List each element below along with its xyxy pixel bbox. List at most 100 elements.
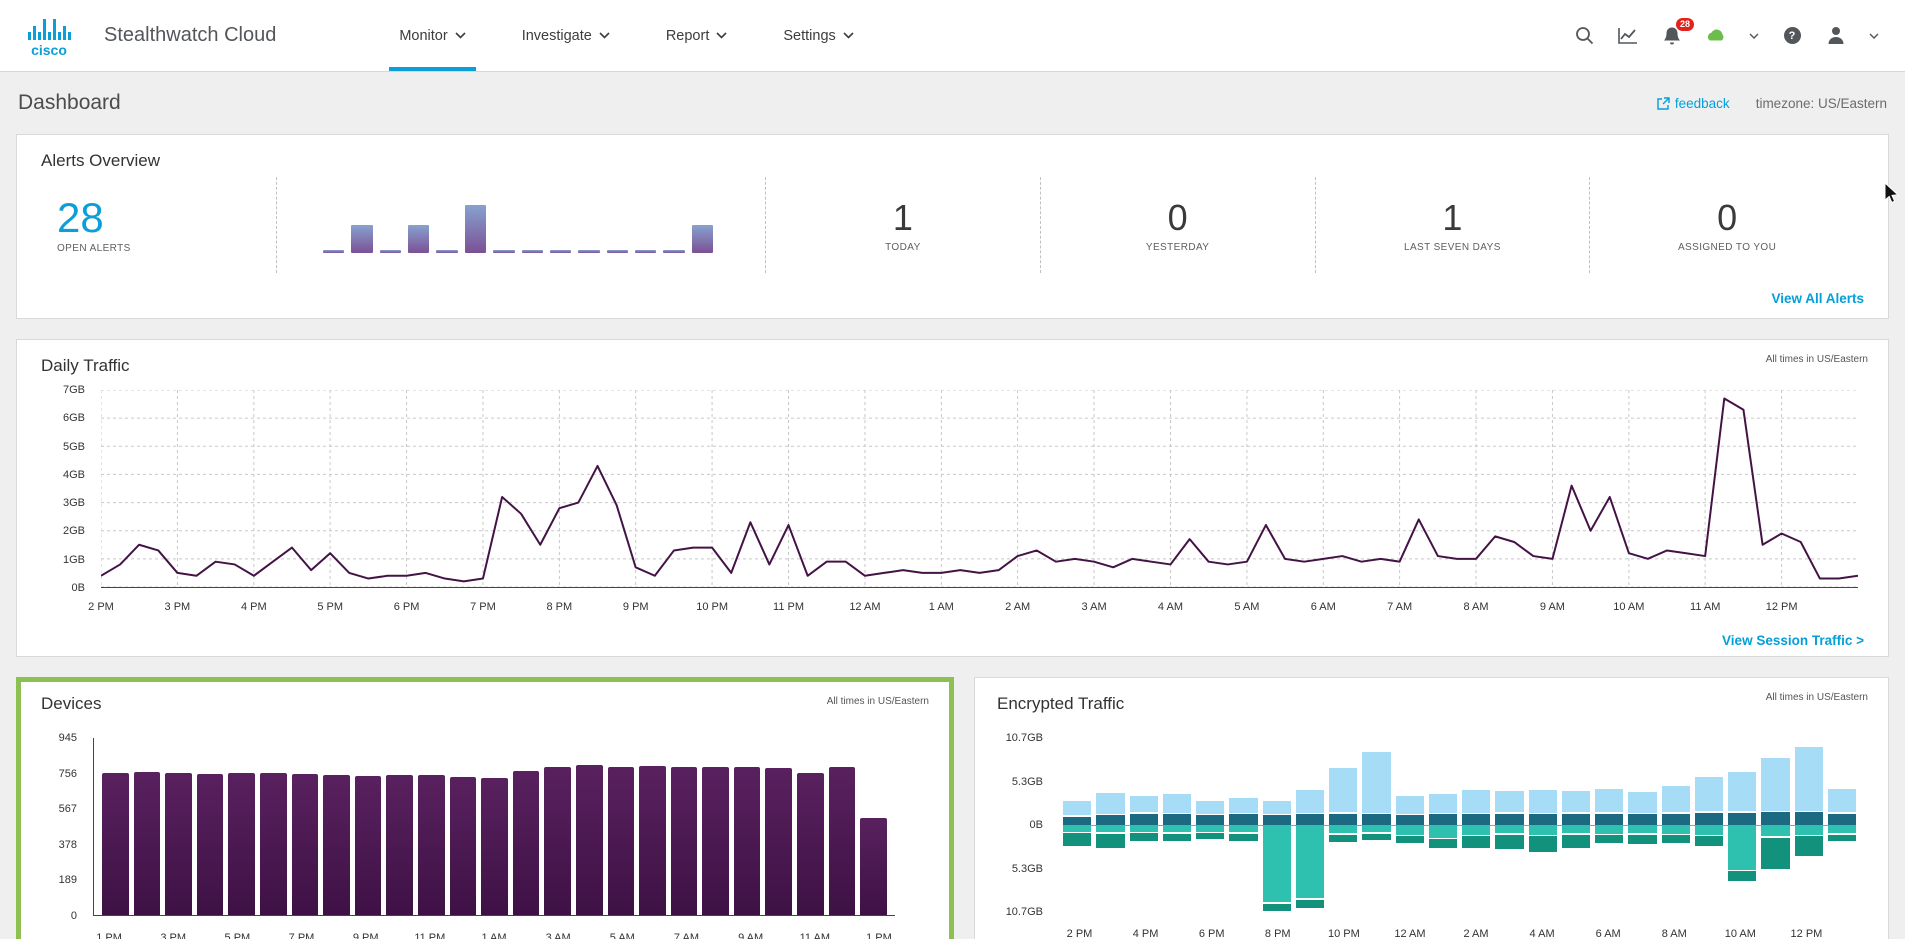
encrypted-segment-inbound xyxy=(1528,790,1557,814)
y-tick-label: 4GB xyxy=(62,468,85,481)
x-tick-label: 1 AM xyxy=(928,601,954,613)
encrypted-segment-inbound-encrypted xyxy=(1595,813,1624,825)
x-tick-label: 1 PM xyxy=(96,932,122,939)
bottom-cards-row: Devices All times in US/Eastern 945 756 56… xyxy=(16,677,1889,939)
encrypted-segment-outbound-encrypted xyxy=(1561,834,1590,848)
device-bar xyxy=(733,766,761,915)
device-bar xyxy=(702,766,729,915)
device-bar xyxy=(133,772,161,915)
open-alerts-stat[interactable]: 28 OPEN ALERTS xyxy=(41,195,276,255)
encrypted-segment-outbound-encrypted xyxy=(1063,832,1092,846)
spark-bar xyxy=(578,249,600,253)
activity-chart-icon[interactable] xyxy=(1617,25,1639,47)
cloud-status-icon[interactable] xyxy=(1705,25,1727,47)
encrypted-bar xyxy=(1661,738,1690,912)
x-tick-label: 6 PM xyxy=(393,601,420,613)
encrypted-segment-inbound-encrypted xyxy=(1495,813,1524,825)
encrypted-bar xyxy=(1196,738,1225,912)
feedback-label: feedback xyxy=(1674,95,1730,111)
encrypted-bar xyxy=(1628,738,1657,912)
stat-assigned-to-you[interactable]: 0 ASSIGNED TO YOU xyxy=(1590,197,1864,253)
encrypted-segment-outbound xyxy=(1196,825,1225,832)
encrypted-segment-outbound-encrypted xyxy=(1362,833,1391,841)
device-bar xyxy=(291,774,319,915)
daily-traffic-plot xyxy=(101,390,1858,588)
alerts-overview-card: Alerts Overview 28 OPEN ALERTS 1 TODAY 0… xyxy=(16,134,1889,319)
times-note: All times in US/Eastern xyxy=(1765,354,1868,365)
times-note: All times in US/Eastern xyxy=(1765,692,1868,703)
encrypted-segment-inbound xyxy=(1295,790,1324,814)
feedback-link[interactable]: feedback xyxy=(1657,96,1730,111)
encrypted-bar xyxy=(1728,738,1757,912)
daily-traffic-line xyxy=(101,390,1858,587)
nav-item-settings[interactable]: Settings xyxy=(755,0,881,71)
devices-title: Devices xyxy=(41,694,102,713)
search-icon[interactable] xyxy=(1573,25,1595,47)
nav-item-investigate[interactable]: Investigate xyxy=(494,0,638,71)
y-tick-label: 378 xyxy=(58,838,77,851)
encrypted-segment-inbound xyxy=(1661,786,1690,813)
devices-bars xyxy=(93,738,895,916)
encrypted-segment-outbound-encrypted xyxy=(1728,871,1757,881)
chevron-down-icon[interactable] xyxy=(1869,33,1879,39)
app-title: Stealthwatch Cloud xyxy=(104,24,277,46)
encrypted-bar xyxy=(1063,738,1092,912)
encrypted-segment-outbound xyxy=(1794,825,1823,835)
encrypted-segment-outbound-encrypted xyxy=(1395,836,1424,844)
cisco-logo[interactable]: cisco xyxy=(26,14,78,58)
encrypted-bar xyxy=(1295,738,1324,912)
x-tick-label: 1 AM xyxy=(481,932,507,939)
nav-item-report[interactable]: Report xyxy=(638,0,756,71)
devices-y-axis: 945 756 567 378 189 0 xyxy=(41,732,85,922)
encrypted-segment-outbound-encrypted xyxy=(1761,837,1790,869)
encrypted-segment-outbound-encrypted xyxy=(1628,834,1657,845)
encrypted-bar xyxy=(1262,738,1291,912)
device-bar xyxy=(196,773,224,915)
spark-bar xyxy=(379,249,402,253)
y-tick-label: 6GB xyxy=(62,412,85,425)
encrypted-segment-inbound-encrypted xyxy=(1196,815,1225,825)
encrypted-segment-outbound xyxy=(1329,825,1358,834)
view-all-alerts-link[interactable]: View All Alerts xyxy=(1771,291,1864,306)
y-tick-label: 0B xyxy=(71,582,85,594)
encrypted-segment-inbound-encrypted xyxy=(1561,813,1590,825)
encrypted-segment-inbound-encrypted xyxy=(1827,813,1856,825)
encrypted-segment-inbound xyxy=(1628,791,1657,814)
encrypted-segment-outbound-encrypted xyxy=(1528,836,1557,853)
encrypted-segment-inbound xyxy=(1827,789,1856,813)
y-tick-label: 10.7GB xyxy=(1005,732,1043,744)
devices-x-axis: 1 PM 3 PM 5 PM 7 PM 9 PM 11 PM 1 AM 3 AM 5 AM 7 A… xyxy=(93,922,895,939)
encrypted-segment-inbound-encrypted xyxy=(1295,814,1324,825)
stealthwatch-dashboard: cisco Stealthwatch Cloud Monitor Investi… xyxy=(0,0,1905,939)
devices-card[interactable]: Devices All times in US/Eastern 945 756 56… xyxy=(16,677,954,939)
chevron-down-icon xyxy=(843,32,854,39)
encrypted-segment-inbound xyxy=(1561,791,1590,813)
nav-item-monitor[interactable]: Monitor xyxy=(371,0,493,71)
encrypted-bar xyxy=(1794,738,1823,912)
user-account-icon[interactable] xyxy=(1825,25,1847,47)
encrypted-segment-outbound xyxy=(1428,825,1457,838)
spark-bar xyxy=(549,249,572,253)
chevron-down-icon[interactable] xyxy=(1749,33,1759,39)
device-bar xyxy=(417,775,445,915)
stat-yesterday[interactable]: 0 YESTERDAY xyxy=(1041,197,1315,253)
stat-last-seven-days[interactable]: 1 LAST SEVEN DAYS xyxy=(1316,197,1590,253)
x-tick-label: 7 AM xyxy=(673,932,700,939)
x-tick-label: 10 AM xyxy=(1724,928,1756,939)
open-alerts-label: OPEN ALERTS xyxy=(57,243,131,255)
encrypted-segment-outbound xyxy=(1728,825,1757,870)
nav-item-label: Monitor xyxy=(399,27,448,44)
spark-bar xyxy=(408,225,430,253)
help-icon[interactable]: ? xyxy=(1781,25,1803,47)
stat-value: 0 xyxy=(1167,197,1188,238)
notifications-bell-icon[interactable]: 28 xyxy=(1661,17,1694,47)
x-tick-label: 12 AM xyxy=(849,601,881,613)
device-bar xyxy=(323,775,350,915)
stat-today[interactable]: 1 TODAY xyxy=(766,197,1040,253)
spark-bar xyxy=(634,249,657,253)
svg-text:cisco: cisco xyxy=(31,42,67,58)
device-bar xyxy=(797,773,824,915)
view-session-traffic-link[interactable]: View Session Traffic > xyxy=(1722,633,1864,648)
device-bar xyxy=(512,770,540,915)
x-tick-label: 4 PM xyxy=(1132,928,1159,939)
